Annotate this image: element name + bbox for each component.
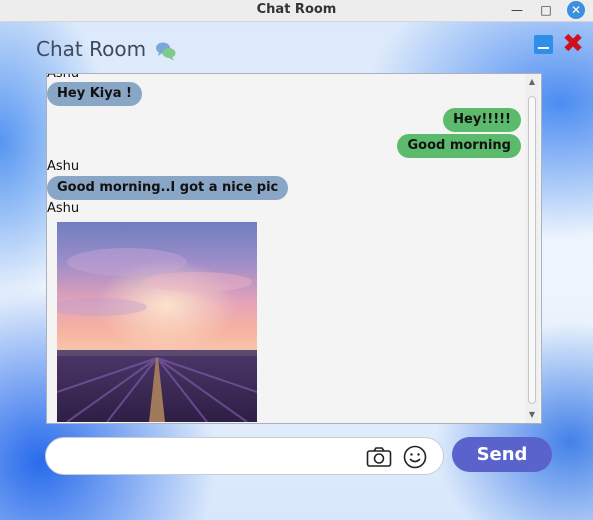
- chat-messages-panel[interactable]: Ashu Hey Kiya ! Hey!!!!! Good morning As…: [46, 73, 542, 424]
- send-button[interactable]: Send: [452, 437, 552, 472]
- close-button[interactable]: ✖: [562, 31, 584, 57]
- message-sender: Ashu: [47, 201, 80, 216]
- minimize-icon: [538, 47, 549, 49]
- message-sender: Ashu: [47, 73, 80, 81]
- window-maximize-icon[interactable]: □: [537, 1, 555, 19]
- camera-icon[interactable]: [366, 446, 392, 468]
- minimize-button[interactable]: [534, 35, 553, 54]
- window-title: Chat Room: [256, 2, 337, 17]
- chat-bubbles-icon: [156, 42, 176, 61]
- scroll-up-arrow-icon[interactable]: ▲: [525, 76, 539, 88]
- window-close-icon[interactable]: ✕: [567, 1, 585, 19]
- chat-scrollbar[interactable]: ▲ ▼: [525, 74, 539, 423]
- window-titlebar: Chat Room — □ ✕: [0, 0, 593, 22]
- page-title: Chat Room: [36, 37, 147, 61]
- message-bubble-outgoing: Hey!!!!!: [443, 108, 521, 132]
- scrollbar-thumb[interactable]: [528, 96, 536, 404]
- landscape-photo: [57, 222, 257, 422]
- message-bubble-incoming: Good morning..I got a nice pic: [47, 176, 289, 200]
- window-minimize-icon[interactable]: —: [508, 1, 526, 19]
- message-input[interactable]: [60, 444, 364, 470]
- emoji-smiley-icon[interactable]: [403, 445, 427, 469]
- message-photo-attachment[interactable]: [57, 222, 257, 422]
- message-bubble-outgoing: Good morning: [397, 134, 521, 158]
- scroll-down-arrow-icon[interactable]: ▼: [525, 409, 539, 421]
- message-composer: [45, 437, 444, 475]
- message-sender: Ashu: [47, 159, 80, 174]
- message-bubble-incoming: Hey Kiya !: [47, 82, 142, 106]
